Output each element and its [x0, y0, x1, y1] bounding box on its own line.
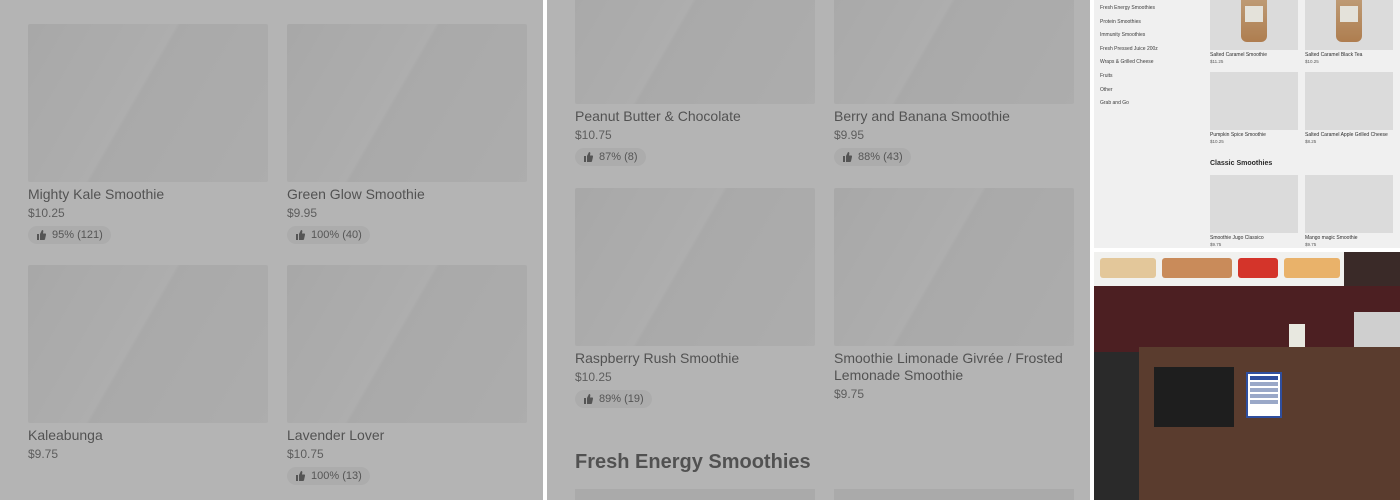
item-image-peek [575, 489, 815, 500]
menu-item-card[interactable]: Salted Caramel Apple Grilled Cheese $8.2… [1305, 72, 1393, 144]
item-price: $9.95 [834, 128, 865, 142]
item-name: Peanut Butter & Chocolate [575, 108, 741, 124]
menu-item-card[interactable]: Raspberry Rush Smoothie $10.25 89% (19) [575, 188, 815, 409]
rating-text: 87% (8) [599, 151, 638, 163]
section-title: Fresh Energy Smoothies [575, 451, 811, 473]
item-price: $9.95 [287, 206, 318, 220]
rating-badge: 100% (40) [287, 226, 370, 244]
item-image [28, 24, 268, 182]
category-nav: Fresh Energy Smoothies Protein Smoothies… [1100, 4, 1158, 113]
section-title: Classic Smoothies [1210, 160, 1273, 167]
item-image [28, 265, 268, 423]
item-price: $10.75 [287, 447, 324, 461]
menu-panel-middle: Peanut Butter & Chocolate $10.75 87% (8)… [547, 0, 1090, 500]
price-sign [1246, 372, 1282, 418]
menu-item-card[interactable]: Salted Caramel Black Tea $10.25 [1305, 0, 1393, 64]
item-price: $10.25 [1210, 139, 1224, 144]
thumbs-up-icon [296, 471, 305, 481]
menu-item-card[interactable]: Smoothie Jugo Classico $9.75 [1210, 175, 1298, 247]
category-item[interactable]: Immunity Smoothies [1100, 31, 1158, 45]
item-image [575, 0, 815, 104]
item-image [834, 188, 1074, 346]
item-price: $9.75 [1305, 242, 1317, 247]
rating-badge: 100% (13) [287, 467, 370, 485]
item-image [287, 24, 527, 182]
item-name: Smoothie Jugo Classico [1210, 235, 1264, 241]
thumbs-up-icon [296, 230, 305, 240]
item-image-peek [834, 489, 1074, 500]
item-name: Green Glow Smoothie [287, 186, 425, 202]
item-image [575, 188, 815, 346]
smoothie-cup-image [1241, 0, 1267, 42]
rating-text: 89% (19) [599, 393, 644, 405]
category-item[interactable]: Wraps & Grilled Cheese [1100, 58, 1158, 72]
item-name: Lavender Lover [287, 427, 385, 443]
menu-board [1094, 252, 1344, 286]
item-name: Raspberry Rush Smoothie [575, 350, 740, 366]
item-name: Salted Caramel Black Tea [1305, 52, 1363, 58]
menu-item-card[interactable]: Berry and Banana Smoothie $9.95 88% (43) [834, 0, 1074, 167]
thumbs-up-icon [843, 152, 852, 162]
item-price: $9.75 [1210, 242, 1222, 247]
menu-item-card[interactable]: Green Glow Smoothie $9.95 100% (40) [287, 24, 527, 245]
item-image [1305, 0, 1393, 50]
item-name: Smoothie Limonade Givrée / Frosted Lemon… [834, 350, 1063, 383]
item-name: Mighty Kale Smoothie [28, 186, 165, 202]
rating-badge: 95% (121) [28, 226, 111, 244]
menu-item-card[interactable]: Peanut Butter & Chocolate $10.75 87% (8) [575, 0, 815, 167]
menu-panel-thumbnail: Fresh Energy Smoothies Protein Smoothies… [1094, 0, 1400, 248]
menu-item-card[interactable]: Mango magic Smoothie $9.75 [1305, 175, 1393, 247]
item-name: Berry and Banana Smoothie [834, 108, 1010, 124]
rating-text: 100% (13) [311, 470, 362, 482]
item-price: $10.25 [1305, 59, 1319, 64]
item-price: $10.75 [575, 128, 612, 142]
menu-item-card[interactable]: Kaleabunga $9.75 [28, 265, 268, 461]
item-image [1305, 175, 1393, 233]
item-image [1210, 175, 1298, 233]
item-image [1305, 72, 1393, 130]
item-image [287, 265, 527, 423]
category-item[interactable]: Fruits [1100, 72, 1158, 86]
rating-badge: 88% (43) [834, 148, 911, 166]
item-name: Pumpkin Spice Smoothie [1210, 132, 1266, 138]
smoothie-cup-image [1336, 0, 1362, 42]
category-item[interactable]: Other [1100, 86, 1158, 100]
rating-text: 100% (40) [311, 229, 362, 241]
store-photo [1094, 252, 1400, 500]
item-price: $10.25 [28, 206, 65, 220]
item-image [834, 0, 1074, 104]
item-price: $9.75 [28, 447, 59, 461]
menu-item-card[interactable]: Smoothie Limonade Givrée / Frosted Lemon… [834, 188, 1077, 401]
thumbs-up-icon [584, 394, 593, 404]
item-name: Salted Caramel Apple Grilled Cheese [1305, 132, 1388, 138]
item-price: $8.25 [1305, 139, 1317, 144]
rating-text: 88% (43) [858, 151, 903, 163]
qr-stand [1289, 324, 1305, 348]
item-name: Mango magic Smoothie [1305, 235, 1358, 241]
cash-register [1154, 367, 1234, 427]
item-price: $9.75 [834, 387, 865, 401]
menu-item-card[interactable]: Lavender Lover $10.75 100% (13) [287, 265, 527, 486]
thumbs-up-icon [37, 230, 46, 240]
category-item[interactable]: Grab and Go [1100, 99, 1158, 113]
item-price: $11.25 [1210, 59, 1224, 64]
menu-item-card[interactable]: Pumpkin Spice Smoothie $10.25 [1210, 72, 1298, 144]
rating-badge: 87% (8) [575, 148, 646, 166]
item-price: $10.25 [575, 370, 612, 384]
coffee-machine [1354, 312, 1400, 352]
rating-badge: 89% (19) [575, 390, 652, 408]
category-item[interactable]: Fresh Pressed Juice 200z [1100, 45, 1158, 59]
category-item[interactable]: Protein Smoothies [1100, 18, 1158, 32]
item-image [1210, 72, 1298, 130]
thumbs-up-icon [584, 152, 593, 162]
item-name: Kaleabunga [28, 427, 103, 443]
display-fridge [1094, 352, 1139, 500]
menu-item-card[interactable]: Salted Caramel Smoothie $11.25 [1210, 0, 1298, 64]
menu-item-card[interactable]: Mighty Kale Smoothie $10.25 95% (121) [28, 24, 268, 245]
item-image [1210, 0, 1298, 50]
item-name: Salted Caramel Smoothie [1210, 52, 1267, 58]
menu-panel-left: Mighty Kale Smoothie $10.25 95% (121) Gr… [0, 0, 543, 500]
rating-text: 95% (121) [52, 229, 103, 241]
category-item[interactable]: Fresh Energy Smoothies [1100, 4, 1158, 18]
